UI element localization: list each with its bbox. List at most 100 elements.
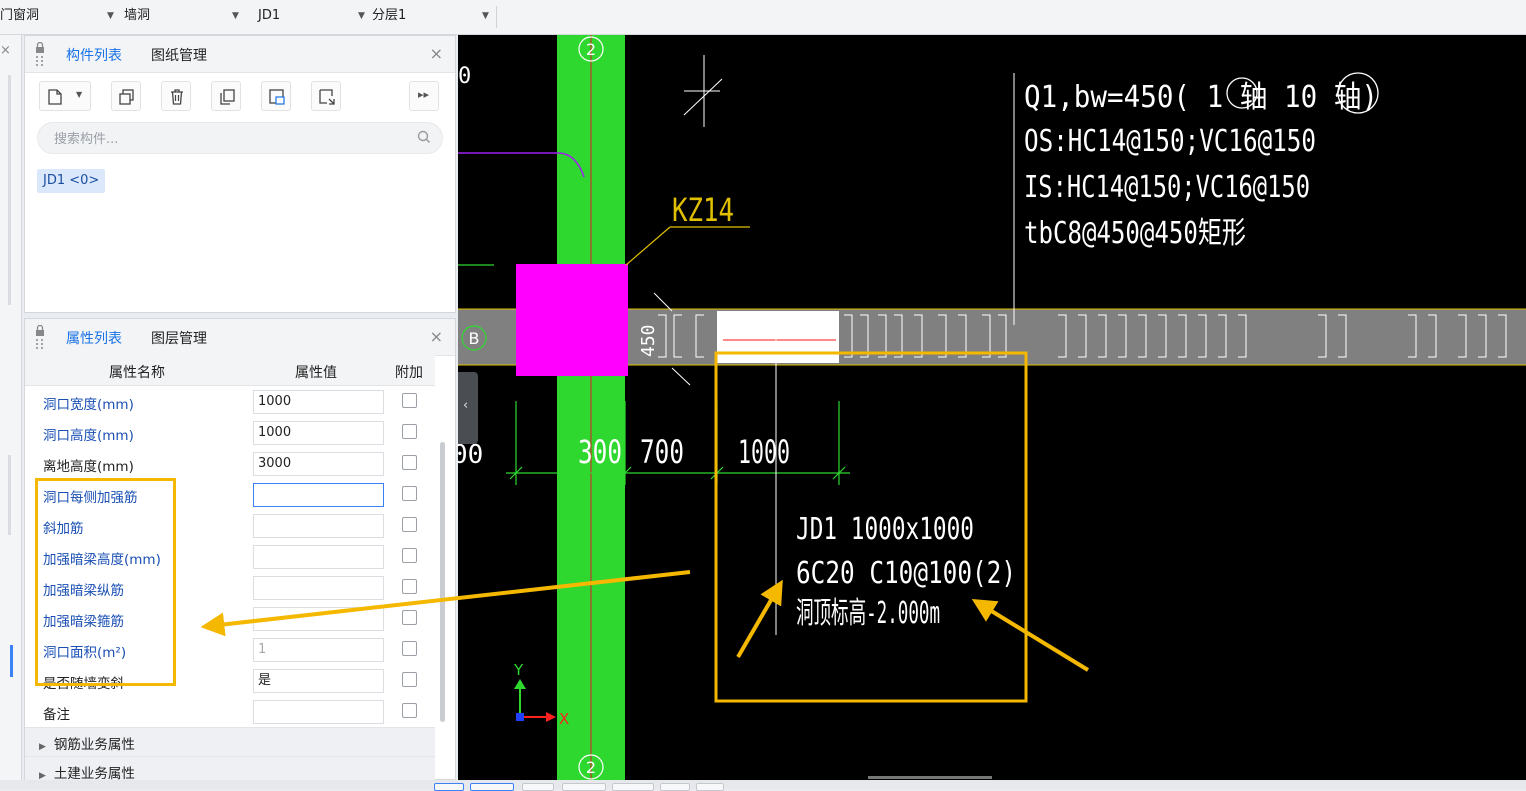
property-scrollbar[interactable] bbox=[440, 442, 445, 722]
layer-select[interactable]: 分层1 ▼ bbox=[372, 0, 496, 34]
property-name: 是否随墙变斜 bbox=[43, 676, 124, 692]
close-icon[interactable]: × bbox=[0, 43, 11, 58]
component-item-jd1[interactable]: JD1 <0> bbox=[37, 169, 106, 193]
copy-component-button[interactable] bbox=[111, 81, 141, 111]
property-value-field[interactable] bbox=[253, 700, 384, 724]
category-select[interactable]: 门窗洞 ▼ bbox=[0, 0, 120, 34]
status-button[interactable] bbox=[660, 783, 690, 791]
status-button[interactable] bbox=[612, 783, 654, 791]
component-select[interactable]: JD1 ▼ bbox=[258, 0, 368, 34]
property-row: 是否随墙变斜 是 bbox=[25, 665, 435, 696]
property-row: 洞口高度(mm) 1000 bbox=[25, 417, 435, 448]
tab-property-list[interactable]: 属性列表 bbox=[66, 328, 122, 348]
status-button[interactable] bbox=[470, 783, 514, 791]
group-label: 钢筋业务属性 bbox=[53, 737, 135, 753]
duplicate-layer-icon bbox=[220, 89, 235, 105]
cad-canvas[interactable]: 2 2 B 0 00 KZ14 450 Q1,bw=450( 1 轴 10 轴)… bbox=[458, 35, 1526, 780]
more-tools-button[interactable]: ▸▸ bbox=[409, 81, 439, 111]
column-label-kz14: KZ14 bbox=[672, 191, 734, 229]
grid-label-bottom: 2 bbox=[586, 758, 596, 777]
duplicate-to-layer-button[interactable] bbox=[211, 81, 241, 111]
property-value-field[interactable]: 3000 bbox=[253, 452, 384, 476]
property-name: 加强暗梁高度(mm) bbox=[43, 552, 161, 568]
attach-checkbox[interactable] bbox=[402, 393, 417, 408]
status-button[interactable] bbox=[522, 783, 554, 791]
attach-checkbox[interactable] bbox=[402, 424, 417, 439]
property-value-field: 1 bbox=[253, 638, 384, 662]
delete-component-button[interactable] bbox=[161, 81, 191, 111]
wall-note: Q1,bw=450( 1 轴 10 轴) OS:HC14@150;VC16@15… bbox=[1024, 80, 1378, 251]
property-name: 洞口面积(m²) bbox=[43, 645, 127, 661]
cad-drawing[interactable]: 2 2 B 0 00 KZ14 450 Q1,bw=450( 1 轴 10 轴)… bbox=[458, 35, 1526, 780]
type-select-value: 墙洞 bbox=[124, 8, 151, 23]
search-icon[interactable] bbox=[416, 129, 432, 145]
property-table-header: 属性名称 属性值 附加 bbox=[25, 355, 435, 386]
panel-collapse-handle[interactable]: ‹ bbox=[458, 372, 478, 444]
layer-select-value: 分层1 bbox=[372, 8, 407, 23]
lock-grip-icon[interactable] bbox=[33, 42, 47, 68]
side-scrollbar-lower[interactable] bbox=[8, 455, 11, 535]
attach-checkbox[interactable] bbox=[402, 641, 417, 656]
chevron-down-icon[interactable]: ▼ bbox=[76, 90, 82, 99]
property-value-field[interactable] bbox=[253, 607, 384, 631]
attach-checkbox[interactable] bbox=[402, 548, 417, 563]
close-icon[interactable]: × bbox=[430, 44, 443, 63]
group-rebar-properties[interactable]: ▶ 钢筋业务属性 bbox=[25, 727, 435, 756]
status-button[interactable] bbox=[562, 783, 606, 791]
canvas-scroll-indicator[interactable] bbox=[868, 776, 992, 779]
side-selection-marker bbox=[10, 645, 13, 677]
load-template-button[interactable] bbox=[311, 81, 341, 111]
component-panel-header: 构件列表 图纸管理 × bbox=[25, 36, 455, 73]
property-value-field[interactable] bbox=[253, 545, 384, 569]
property-name: 洞口宽度(mm) bbox=[43, 397, 134, 413]
cad-fragment-top: 0 bbox=[458, 64, 471, 89]
attach-checkbox[interactable] bbox=[402, 672, 417, 687]
attach-checkbox[interactable] bbox=[402, 579, 417, 594]
property-name: 加强暗梁箍筋 bbox=[43, 614, 124, 630]
wall-note-line-4: tbC8@450@450矩形 bbox=[1024, 216, 1246, 251]
lock-grip-icon[interactable] bbox=[33, 325, 47, 351]
new-component-button[interactable]: ▼ bbox=[39, 81, 91, 111]
component-list-panel: 构件列表 图纸管理 × ▼ ▸▸ 搜索构件... JD1 <0> bbox=[24, 35, 456, 313]
property-panel-header: 属性列表 图层管理 × bbox=[25, 319, 455, 356]
wall-thickness-label: 450 bbox=[638, 324, 659, 357]
save-template-button[interactable] bbox=[261, 81, 291, 111]
property-name: 加强暗梁纵筋 bbox=[43, 583, 124, 599]
column-kz14[interactable] bbox=[516, 264, 628, 376]
property-value-field[interactable] bbox=[253, 514, 384, 538]
attach-checkbox[interactable] bbox=[402, 610, 417, 625]
wall-note-line-3: IS:HC14@150;VC16@150 bbox=[1024, 170, 1310, 205]
ucs-x-label: X bbox=[559, 710, 569, 728]
more-icon: ▸▸ bbox=[418, 88, 430, 101]
tab-drawing-management[interactable]: 图纸管理 bbox=[151, 45, 207, 65]
side-scrollbar[interactable] bbox=[8, 75, 11, 305]
attach-checkbox[interactable] bbox=[402, 486, 417, 501]
attach-checkbox[interactable] bbox=[402, 517, 417, 532]
status-button[interactable] bbox=[434, 783, 464, 791]
wall-opening-jd1[interactable] bbox=[717, 311, 839, 363]
tab-layer-management[interactable]: 图层管理 bbox=[151, 328, 207, 348]
grid-label-top: 2 bbox=[586, 40, 596, 59]
attach-checkbox[interactable] bbox=[402, 703, 417, 718]
property-value-field[interactable]: 1000 bbox=[253, 390, 384, 414]
property-row: 离地高度(mm) 3000 bbox=[25, 448, 435, 479]
tab-component-list[interactable]: 构件列表 bbox=[66, 45, 122, 65]
property-value-field[interactable] bbox=[253, 483, 384, 507]
dim-label-300: 300 bbox=[578, 433, 622, 471]
property-value-field[interactable] bbox=[253, 576, 384, 600]
opening-note: JD1 1000x1000 6C20 C10@100(2) 洞顶标高-2.000… bbox=[796, 512, 1016, 631]
close-icon[interactable]: × bbox=[430, 327, 443, 346]
column-header-extra: 附加 bbox=[395, 365, 423, 381]
property-value-field[interactable]: 是 bbox=[253, 669, 384, 693]
ucs-y-label: Y bbox=[513, 661, 524, 679]
cad-fragment-mid: 00 bbox=[458, 440, 483, 470]
property-value-field[interactable]: 1000 bbox=[253, 421, 384, 445]
property-row: 备注 bbox=[25, 696, 435, 727]
component-search[interactable] bbox=[37, 122, 443, 154]
type-select[interactable]: 墙洞 ▼ bbox=[124, 0, 244, 34]
property-name: 斜加筋 bbox=[43, 521, 84, 537]
attach-checkbox[interactable] bbox=[402, 455, 417, 470]
status-button[interactable] bbox=[696, 783, 724, 791]
search-input[interactable] bbox=[52, 128, 406, 150]
chevron-down-icon: ▼ bbox=[482, 11, 489, 21]
